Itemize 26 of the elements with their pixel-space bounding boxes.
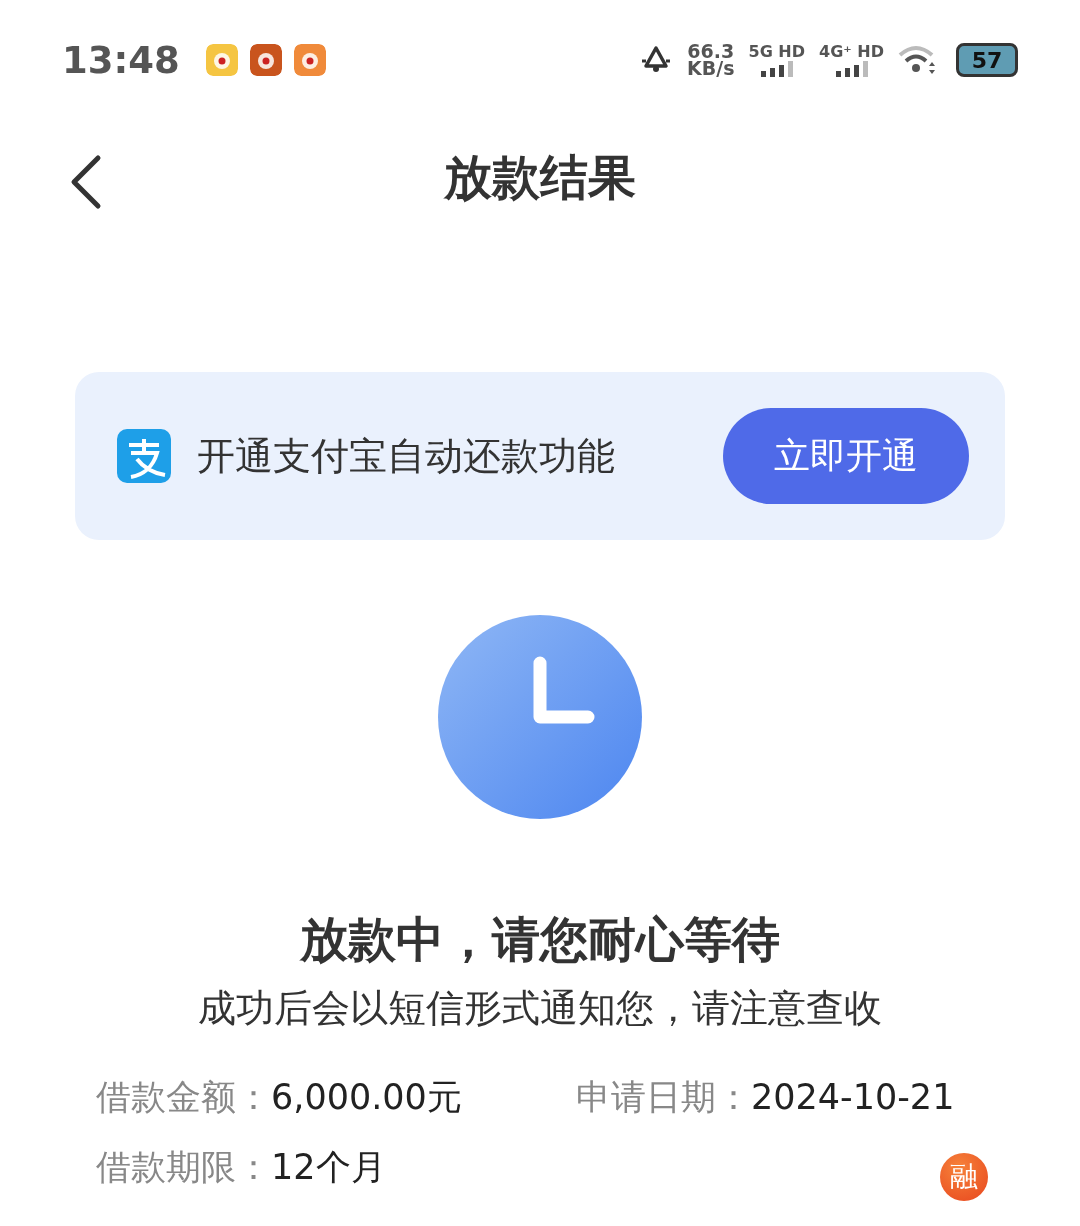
payment-app-icon xyxy=(117,429,171,483)
signal-icon xyxy=(758,61,795,77)
field-value: 12个月 xyxy=(271,1147,386,1187)
banner-text: 开通支付宝自动还款功能 xyxy=(197,432,616,480)
field-value: 2024-10-21 xyxy=(751,1077,955,1117)
status-message: 成功后会以短信形式通知您，请注意查收 xyxy=(198,985,882,1032)
network-type: 5G HD xyxy=(748,43,806,61)
network-speed: 66.3 xyxy=(687,43,735,60)
field-label: 借款期限： xyxy=(96,1147,271,1187)
floating-button[interactable]: 融 xyxy=(940,1153,988,1201)
field-label: 借款金额： xyxy=(96,1077,271,1117)
field-label: 申请日期： xyxy=(576,1077,751,1117)
app-icon xyxy=(249,44,282,76)
battery-indicator: 57 xyxy=(956,43,1018,77)
signal-icon xyxy=(833,61,870,77)
field-value: 6,000.00元 xyxy=(271,1077,462,1117)
status-title: 放款中，请您耐心等待 xyxy=(300,910,780,969)
speed-unit: KB/s xyxy=(687,60,735,77)
app-icon xyxy=(205,44,238,76)
status-time: 13:48 xyxy=(62,38,180,82)
enable-button[interactable]: 立即开通 xyxy=(723,408,969,504)
app-icon xyxy=(293,44,326,76)
wifi-icon xyxy=(898,44,938,76)
clock-icon xyxy=(438,615,642,819)
network-type: 4G⁺ HD xyxy=(819,43,884,61)
page-title: 放款结果 xyxy=(444,147,636,207)
